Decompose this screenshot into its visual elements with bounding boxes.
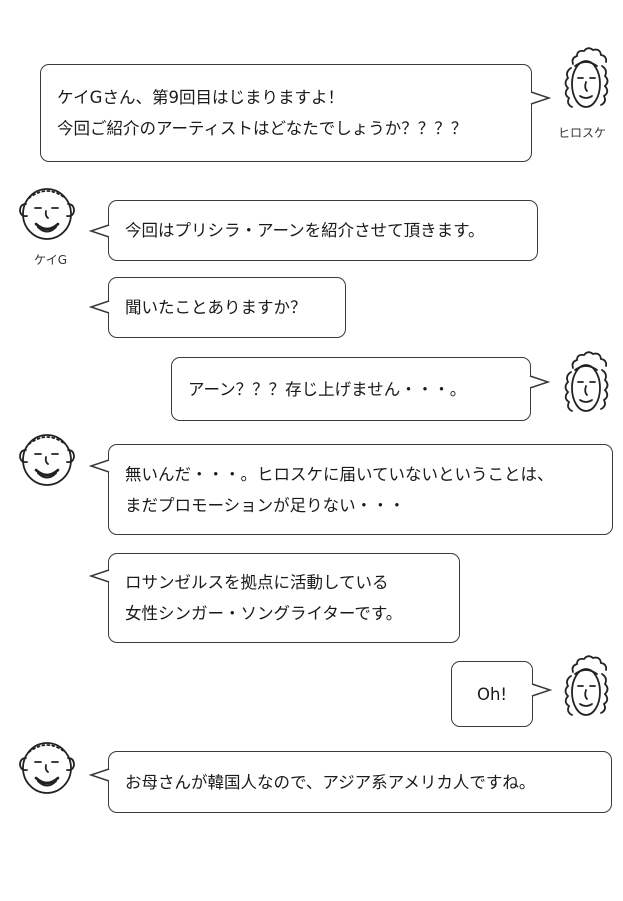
speaker-name-label: ヒロスケ [558, 126, 607, 140]
bubble-tail-left [88, 569, 110, 583]
bubble-tail-left [88, 768, 110, 782]
message-text: ケイGさん、第9回目はじまりますよ！ [57, 88, 344, 107]
curly-hair-man-face-icon [564, 351, 609, 412]
message-bubble-2: 今回はプリシラ・アーンを紹介させて頂きます。 [108, 200, 538, 261]
bubble-tail-left [88, 300, 110, 314]
message-text: ロサンゼルスを拠点に活動している [125, 573, 389, 592]
bald-bearded-man-face-icon [19, 742, 75, 794]
message-text: 今回ご紹介のアーティストはどなたでしょうか？？？？ [57, 119, 468, 138]
message-bubble-8: お母さんが韓国人なので、アジア系アメリカ人ですね。 [108, 751, 612, 813]
curly-hair-man-face-icon [564, 655, 609, 716]
speaker-name-label: ケイG [34, 253, 68, 267]
message-bubble-6: ロサンゼルスを拠点に活動している 女性シンガー・ソングライターです。 [108, 553, 460, 643]
message-text: アーン？？？存じ上げません・・・。 [188, 379, 467, 399]
message-bubble-3: 聞いたことありますか？ [108, 277, 346, 338]
bald-bearded-man-face-icon [19, 188, 75, 240]
message-bubble-7: Oh! [451, 661, 533, 727]
message-text: 今回はプリシラ・アーンを紹介させて頂きます。 [125, 221, 485, 240]
bubble-tail-right [530, 91, 552, 105]
message-bubble-4: アーン？？？存じ上げません・・・。 [171, 357, 531, 421]
curly-hair-man-face-icon [564, 47, 609, 108]
bubble-tail-right [529, 375, 551, 389]
message-text: まだプロモーションが足りない・・・ [125, 495, 406, 515]
bubble-tail-left [88, 459, 110, 473]
message-bubble-1: ケイGさん、第9回目はじまりますよ！ 今回ご紹介のアーティストはどなたでしょうか… [40, 64, 532, 162]
bubble-tail-right [531, 683, 553, 697]
message-text: お母さんが韓国人なので、アジア系アメリカ人ですね。 [125, 772, 536, 792]
message-text: 聞いたことありますか？ [125, 298, 307, 317]
message-text: Oh! [476, 684, 508, 704]
message-text: 無いんだ・・・。ヒロスケに届いていないということは、 [125, 464, 554, 484]
message-bubble-5: 無いんだ・・・。ヒロスケに届いていないということは、 まだプロモーションが足りな… [108, 444, 613, 535]
message-text: 女性シンガー・ソングライターです。 [125, 604, 403, 623]
bald-bearded-man-face-icon [19, 434, 75, 486]
bubble-tail-left [88, 224, 110, 238]
